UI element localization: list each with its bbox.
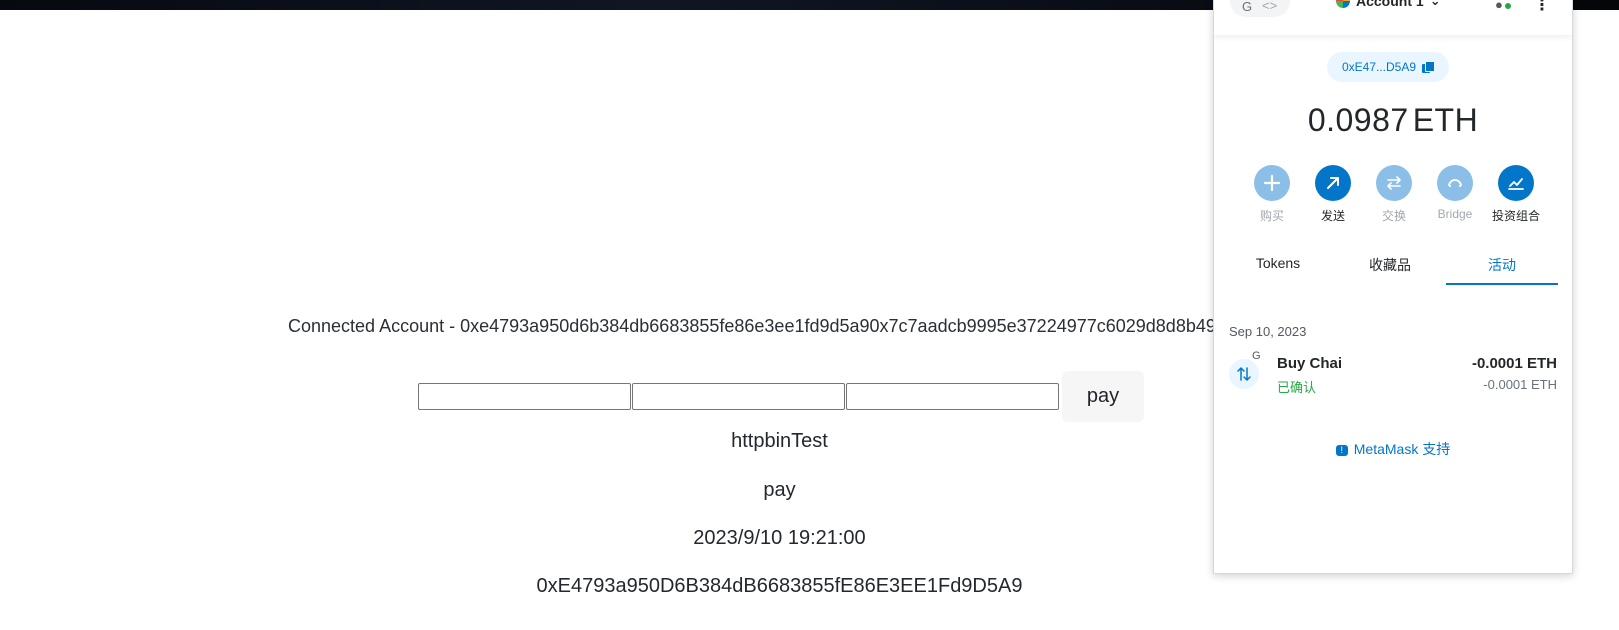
tab-activity[interactable]: 活动 [1446,249,1558,285]
bridge-label: Bridge [1437,207,1473,221]
pay-form: pay [418,371,1144,422]
buy-button[interactable]: 购买 [1244,165,1300,224]
connected-site-icon[interactable]: ● [1495,0,1503,12]
network-chevron-icon: <> [1262,0,1278,13]
buy-label: 购买 [1259,209,1284,223]
support-label: MetaMask 支持 [1353,441,1451,457]
account-selector[interactable]: Account 1 ⌄ [1336,0,1441,9]
swap-icon [1376,165,1412,201]
chart-icon [1498,165,1534,201]
wallet-actions: 购买 发送 交换 Bridge 投资组合 [1244,165,1544,224]
pay-input-1[interactable] [418,383,631,410]
swap-label: 交换 [1381,209,1406,223]
activity-amount: -0.0001 ETH [1471,355,1557,372]
chat-icon: ! [1335,444,1348,456]
tab-collectibles[interactable]: 收藏品 [1334,249,1446,285]
pay-input-2[interactable] [632,383,845,410]
account-name: Account 1 [1356,0,1424,9]
activity-status: 已确认 [1277,380,1317,395]
balance-display: 0.0987 ETH [1214,102,1572,139]
activity-title: Buy Chai [1277,355,1343,372]
address-copy-button[interactable]: 0xE47...D5A9 [1327,52,1449,82]
metamask-support-link[interactable]: ! MetaMask 支持 [1214,439,1572,459]
send-label: 发送 [1320,209,1345,223]
pay-input-3[interactable] [846,383,1059,410]
swap-button[interactable]: 交换 [1366,165,1422,224]
connection-status-dot [1505,3,1511,9]
result-address: 0xE4793a950D6B384dB6683855fE86E3EE1Fd9D5… [536,575,1023,597]
account-address: 0xE47...D5A9 [1341,60,1417,74]
network-badge: G [1252,350,1261,362]
copy-icon [1422,61,1436,73]
kebab-menu-icon[interactable]: ⋮ [1534,0,1550,15]
balance-amount: 0.0987 [1307,102,1409,138]
portfolio-button[interactable]: 投资组合 [1488,165,1544,224]
connected-account-text: Connected Account - 0xe4793a950d6b384db6… [288,316,1226,336]
activity-item[interactable]: G Buy Chai 已确认 -0.0001 ETH -0.0001 ETH [1229,350,1557,401]
activity-date: Sep 10, 2023 [1229,324,1307,339]
arrow-up-right-icon [1315,165,1351,201]
balance-unit: ETH [1412,102,1479,138]
swap-vertical-icon [1229,359,1259,389]
wallet-tabs: Tokens 收藏品 活动 [1222,249,1558,285]
network-initial: G [1242,0,1253,14]
activity-amount-secondary: -0.0001 ETH [1483,377,1557,392]
send-button[interactable]: 发送 [1305,165,1361,224]
metamask-popup: G <> Account 1 ⌄ ● ⋮ 0xE47...D5A9 0.0987… [1213,0,1573,574]
plus-icon [1254,165,1290,201]
network-selector[interactable]: G <> [1230,0,1290,17]
chevron-down-icon: ⌄ [1429,0,1441,8]
tab-tokens[interactable]: Tokens [1222,249,1334,285]
bridge-button[interactable]: Bridge [1427,165,1483,224]
account-avatar [1336,0,1350,8]
bridge-icon [1437,165,1473,201]
metamask-header: G <> Account 1 ⌄ ● ⋮ [1214,0,1572,35]
pay-button[interactable]: pay [1062,371,1144,422]
portfolio-label: 投资组合 [1491,209,1540,223]
